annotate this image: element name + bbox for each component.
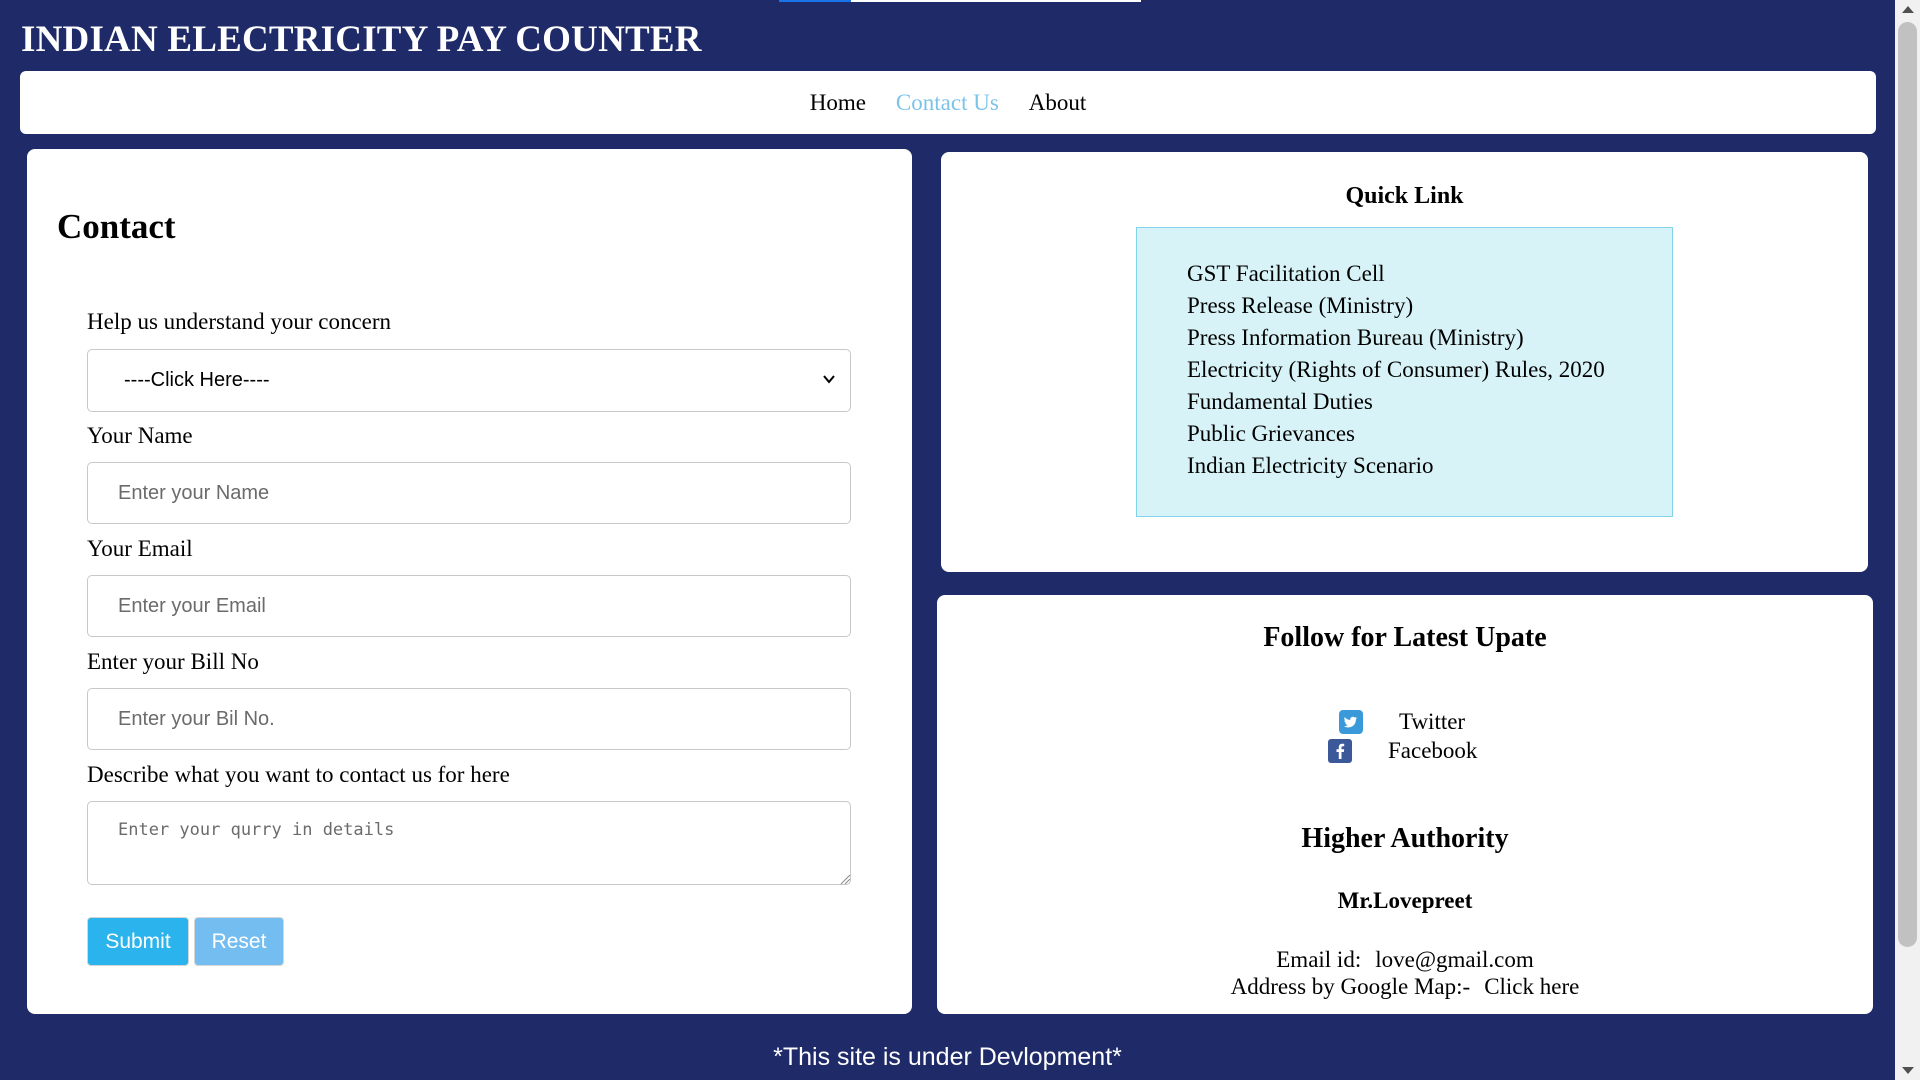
email-input[interactable] (87, 575, 851, 637)
authority-email-line: Email id: love@gmail.com (937, 947, 1873, 973)
contact-form-panel: Contact Help us understand your concern … (27, 149, 912, 1014)
google-map-link[interactable]: Click here (1484, 974, 1579, 999)
concern-select-value: ----Click Here---- (124, 369, 270, 391)
bill-number-input[interactable] (87, 688, 851, 750)
email-id-label: Email id: (1276, 947, 1362, 972)
twitter-label: Twitter (1399, 709, 1466, 734)
quick-link-item[interactable]: Public Grievances (1187, 418, 1672, 450)
authority-address-line: Address by Google Map:- Click here (937, 974, 1873, 1000)
page-load-progress-bar (779, 0, 851, 2)
site-title: INDIAN ELECTRICITY PAY COUNTER (21, 19, 702, 60)
quick-link-heading: Quick Link (1345, 183, 1464, 209)
concern-label: Help us understand your concern (87, 309, 392, 334)
quick-link-list: GST Facilitation Cell Press Release (Min… (1137, 228, 1672, 482)
contact-heading: Contact (57, 207, 176, 246)
nav-contact-us-link[interactable]: Contact Us (896, 90, 999, 116)
twitter-icon (1339, 710, 1363, 734)
address-label: Address by Google Map:- (1230, 974, 1471, 999)
concern-select[interactable]: ----Click Here---- (87, 349, 851, 412)
name-input[interactable] (87, 462, 851, 524)
follow-panel: Follow for Latest Upate Twitter Facebook… (937, 595, 1873, 1014)
name-label: Your Name (87, 423, 193, 448)
scroll-down-icon[interactable] (1902, 1067, 1914, 1074)
facebook-icon (1328, 739, 1352, 763)
nav-home-link[interactable]: Home (810, 90, 866, 116)
describe-label: Describe what you want to contact us for… (87, 762, 510, 787)
email-label: Your Email (87, 536, 193, 561)
email-id-value[interactable]: love@gmail.com (1375, 947, 1534, 972)
main-navbar: Home Contact Us About (20, 71, 1876, 134)
quick-link-panel: Quick Link GST Facilitation Cell Press R… (941, 152, 1868, 572)
quick-link-item[interactable]: Press Information Bureau (Ministry) (1187, 322, 1672, 354)
nav-about-link[interactable]: About (1029, 90, 1087, 116)
quick-link-item[interactable]: Electricity (Rights of Consumer) Rules, … (1187, 354, 1672, 386)
resize-handle-icon[interactable] (839, 873, 851, 885)
scrollbar-thumb[interactable] (1898, 22, 1917, 947)
reset-button[interactable]: Reset (194, 917, 284, 966)
footer-note: *This site is under Devlopment* (773, 1043, 1122, 1071)
chevron-down-icon (823, 375, 835, 384)
quick-link-item[interactable]: Fundamental Duties (1187, 386, 1672, 418)
higher-authority-heading: Higher Authority (1301, 823, 1509, 854)
quick-link-item[interactable]: Indian Electricity Scenario (1187, 450, 1672, 482)
authority-name: Mr.Lovepreet (1337, 888, 1473, 913)
scroll-up-icon[interactable] (1902, 6, 1914, 13)
quick-link-item[interactable]: GST Facilitation Cell (1187, 258, 1672, 290)
vertical-scrollbar[interactable] (1895, 0, 1920, 1080)
query-textarea[interactable] (87, 801, 851, 885)
facebook-link[interactable]: Facebook (1328, 738, 1477, 764)
follow-heading: Follow for Latest Upate (1263, 622, 1547, 653)
twitter-link[interactable]: Twitter (1339, 709, 1465, 735)
page: INDIAN ELECTRICITY PAY COUNTER Home Cont… (0, 0, 1920, 1080)
quick-link-box: GST Facilitation Cell Press Release (Min… (1136, 227, 1673, 517)
submit-button[interactable]: Submit (87, 917, 189, 966)
facebook-label: Facebook (1388, 738, 1478, 763)
bill-label: Enter your Bill No (87, 649, 259, 674)
quick-link-item[interactable]: Press Release (Ministry) (1187, 290, 1672, 322)
